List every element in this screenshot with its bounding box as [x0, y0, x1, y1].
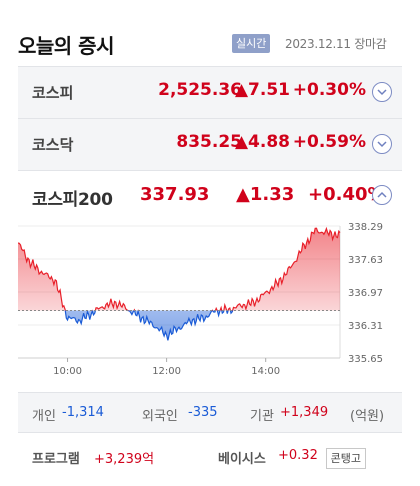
y-tick-label: 336.31	[348, 321, 383, 332]
index-row-kospi[interactable]: 코스피 2,525.36 ▲7.51 +0.30%	[18, 66, 402, 118]
index-value: 835.25	[176, 132, 242, 152]
index-row-kosdaq[interactable]: 코스닥 835.25 ▲4.88 +0.59%	[18, 118, 402, 170]
chevron-down-icon	[377, 89, 387, 96]
y-tick-label: 336.97	[348, 288, 383, 299]
market-date: 2023.12.11 장마감	[285, 37, 387, 51]
chevron-down-icon	[377, 141, 387, 148]
realtime-badge: 실시간	[232, 34, 271, 53]
x-tick-label: 12:00	[152, 366, 181, 377]
page-title: 오늘의 증시	[18, 34, 114, 58]
contango-badge: 콘탱고	[325, 448, 366, 469]
index-value: 2,525.36	[158, 80, 242, 100]
x-tick-label: 14:00	[251, 366, 280, 377]
intraday-chart: 338.29 337.63 336.97 336.31 335.65 10:00 12:00…	[18, 220, 402, 380]
index-name: 코스피200	[32, 190, 113, 210]
index-change: ▲1.33	[236, 184, 295, 205]
basis-label: 베이시스	[218, 452, 266, 467]
index-percent: +0.30%	[292, 80, 366, 100]
expand-toggle-button[interactable]	[372, 82, 392, 102]
index-row-kospi200[interactable]: 코스피200 337.93 ▲1.33 +0.40%	[18, 170, 402, 220]
expand-toggle-button[interactable]	[372, 134, 392, 154]
collapse-toggle-button[interactable]	[372, 185, 392, 205]
program-value: +3,239억	[94, 452, 155, 467]
x-tick-label: 10:00	[53, 366, 82, 377]
institution-label: 기관	[250, 409, 274, 424]
y-tick-label: 335.65	[348, 354, 383, 365]
y-tick-label: 338.29	[348, 222, 383, 233]
basis-value: +0.32	[278, 448, 318, 463]
individual-value: -1,314	[62, 405, 104, 420]
index-value: 337.93	[140, 184, 210, 205]
chart-canvas: 338.29 337.63 336.97 336.31 335.65 10:00 12:00…	[18, 222, 383, 377]
index-change: ▲7.51	[234, 80, 290, 100]
index-percent: +0.59%	[292, 132, 366, 152]
index-name: 코스피	[32, 84, 74, 102]
unit-label: (억원)	[350, 409, 385, 424]
program-label: 프로그램	[32, 452, 80, 467]
market-header: 오늘의 증시 실시간 2023.12.11 장마감	[0, 0, 420, 66]
chevron-up-icon	[377, 191, 387, 198]
foreign-label: 외국인	[142, 409, 178, 424]
index-change: ▲4.88	[234, 132, 290, 152]
institution-value: +1,349	[280, 405, 329, 420]
program-summary: 프로그램 +3,239억 베이시스 +0.32 콘탱고	[18, 432, 402, 480]
investor-summary: 개인 -1,314 외국인 -335 기관 +1,349 (억원)	[18, 392, 402, 432]
index-name: 코스닥	[32, 136, 74, 154]
foreign-value: -335	[188, 405, 218, 420]
y-tick-label: 337.63	[348, 255, 383, 266]
individual-label: 개인	[32, 409, 56, 424]
